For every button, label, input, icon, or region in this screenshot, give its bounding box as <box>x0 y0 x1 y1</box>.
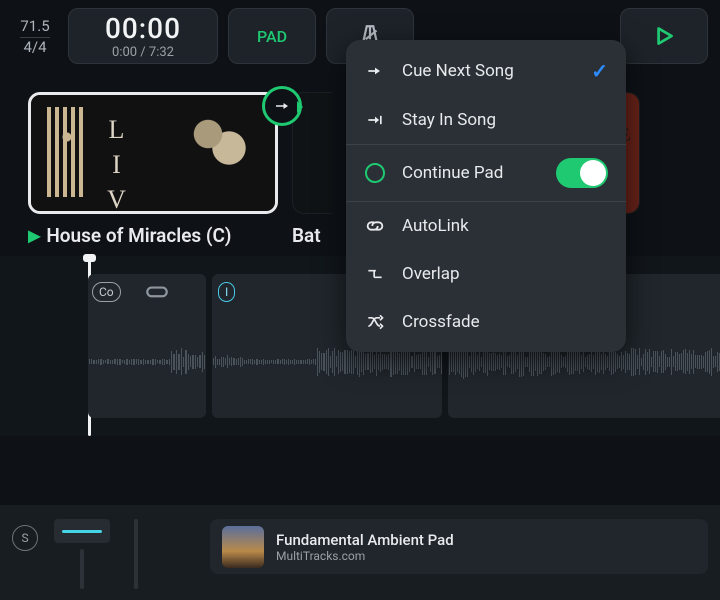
play-button[interactable] <box>620 8 708 64</box>
song-title-partial: Bat <box>292 224 321 244</box>
menu-item-overlap[interactable]: Overlap <box>346 250 626 298</box>
check-icon: ✓ <box>591 59 608 83</box>
arrow-right-icon <box>364 60 386 82</box>
elapsed-time: 00:00 <box>105 12 181 45</box>
bpm-value: 71.5 <box>20 17 49 38</box>
transition-menu: Cue Next Song ✓ Stay In Song Continue Pa… <box>346 40 626 352</box>
level-indicator <box>62 530 102 533</box>
time-signature: 4/4 <box>23 38 46 56</box>
menu-item-stay[interactable]: Stay In Song <box>346 96 626 144</box>
section-marker[interactable]: I <box>218 282 235 302</box>
pad-source: MultiTracks.com <box>276 549 454 563</box>
region[interactable]: Co <box>88 274 206 418</box>
arrow-to-bar-icon <box>364 109 386 131</box>
pad-title: Fundamental Ambient Pad <box>276 531 454 549</box>
song-thumbnail <box>28 92 278 214</box>
tempo-readout: 71.5 4/4 <box>12 8 58 64</box>
menu-label: AutoLink <box>402 216 608 236</box>
menu-item-continue-pad[interactable]: Continue Pad <box>346 144 626 201</box>
menu-label: Overlap <box>402 264 608 284</box>
song-card-current[interactable]: ▶ House of Miracles (C) <box>28 92 278 244</box>
menu-item-cue-next[interactable]: Cue Next Song ✓ <box>346 46 626 96</box>
section-marker[interactable]: Co <box>92 282 121 302</box>
menu-label: Crossfade <box>402 312 608 332</box>
arrow-right-icon <box>273 97 291 115</box>
pad-button[interactable]: PAD <box>228 8 316 64</box>
menu-item-crossfade[interactable]: Crossfade <box>346 298 626 346</box>
pad-info-bar[interactable]: Fundamental Ambient Pad MultiTracks.com <box>210 519 708 574</box>
menu-item-autolink[interactable]: AutoLink <box>346 201 626 250</box>
pad-label: PAD <box>257 27 287 46</box>
crossfade-icon <box>364 311 386 333</box>
menu-label: Cue Next Song <box>402 61 575 81</box>
transport-time[interactable]: 00:00 0:00 / 7:32 <box>68 8 218 64</box>
song-title: House of Miracles (C) <box>46 224 231 247</box>
fader-track[interactable] <box>80 549 84 589</box>
pad-thumbnail <box>222 526 264 568</box>
circle-icon <box>364 162 386 184</box>
loop-icon[interactable] <box>138 282 176 307</box>
fader[interactable] <box>126 519 146 589</box>
play-icon <box>651 23 677 49</box>
overlap-icon <box>364 263 386 285</box>
fader-track[interactable] <box>134 519 138 589</box>
mixer-strip: S Fundamental Ambient Pad MultiTracks.co… <box>0 505 720 600</box>
link-icon <box>364 215 386 237</box>
transition-button[interactable] <box>262 86 302 126</box>
fader[interactable] <box>52 519 112 589</box>
time-range: 0:00 / 7:32 <box>112 45 174 60</box>
menu-label: Continue Pad <box>402 163 540 183</box>
solo-button[interactable]: S <box>12 525 38 551</box>
play-icon: ▶ <box>28 226 40 245</box>
menu-label: Stay In Song <box>402 110 608 130</box>
toggle-switch[interactable] <box>556 158 608 188</box>
